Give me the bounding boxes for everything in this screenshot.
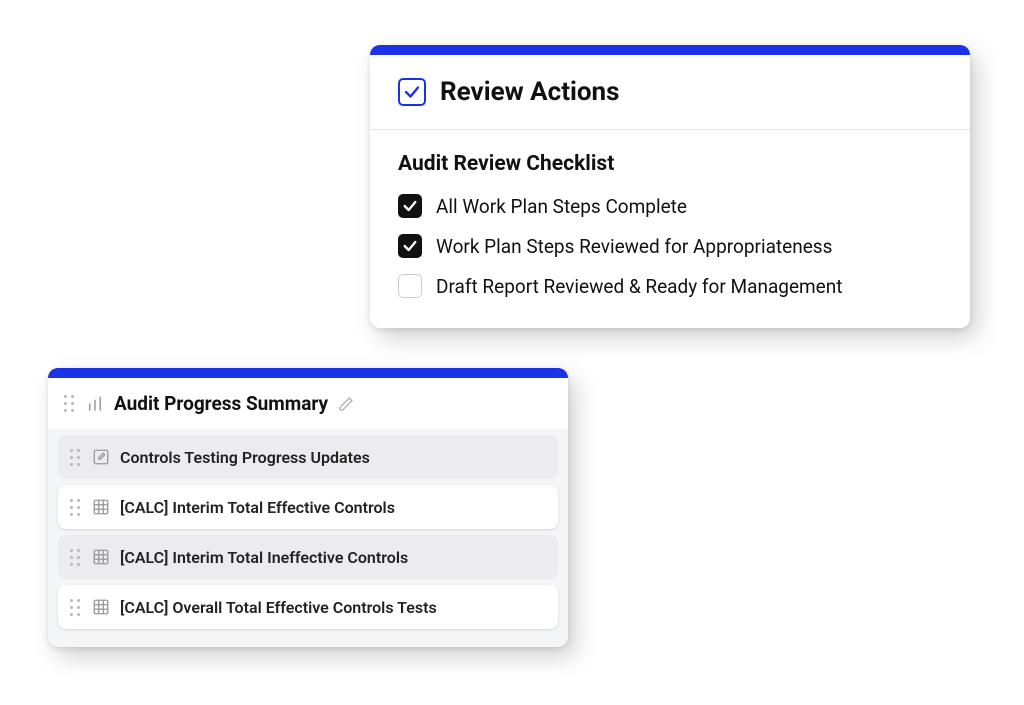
progress-row[interactable]: Controls Testing Progress Updates	[58, 435, 558, 479]
drag-handle-icon[interactable]	[68, 447, 82, 467]
checklist-item[interactable]: All Work Plan Steps Complete	[398, 194, 942, 218]
table-icon	[92, 548, 110, 566]
review-actions-body: Audit Review Checklist All Work Plan Ste…	[370, 130, 970, 328]
drag-handle-icon[interactable]	[68, 547, 82, 567]
checklist-item[interactable]: Draft Report Reviewed & Ready for Manage…	[398, 274, 942, 298]
checklist-title: Audit Review Checklist	[398, 152, 942, 176]
review-actions-header: Review Actions	[370, 55, 970, 130]
progress-list: Controls Testing Progress Updates [CALC]…	[48, 429, 568, 639]
table-icon	[92, 498, 110, 516]
progress-summary-header: Audit Progress Summary	[48, 378, 568, 429]
bar-chart-icon	[86, 395, 104, 413]
checkbox-unchecked-icon[interactable]	[398, 274, 422, 298]
progress-row-label: [CALC] Interim Total Ineffective Control…	[120, 548, 408, 567]
progress-row-label: Controls Testing Progress Updates	[120, 448, 370, 467]
progress-summary-title: Audit Progress Summary	[114, 392, 328, 415]
checkbox-outline-icon	[398, 78, 426, 106]
progress-summary-card: Audit Progress Summary Controls Testing …	[48, 368, 568, 647]
progress-row-label: [CALC] Overall Total Effective Controls …	[120, 598, 437, 617]
progress-row[interactable]: [CALC] Overall Total Effective Controls …	[58, 585, 558, 629]
progress-row[interactable]: [CALC] Interim Total Effective Controls	[58, 485, 558, 529]
pencil-icon[interactable]	[338, 396, 354, 412]
drag-handle-icon[interactable]	[62, 394, 76, 414]
checklist-label: Work Plan Steps Reviewed for Appropriate…	[436, 235, 832, 258]
checkbox-checked-icon[interactable]	[398, 194, 422, 218]
drag-handle-icon[interactable]	[68, 597, 82, 617]
drag-handle-icon[interactable]	[68, 497, 82, 517]
checklist-item[interactable]: Work Plan Steps Reviewed for Appropriate…	[398, 234, 942, 258]
checkbox-checked-icon[interactable]	[398, 234, 422, 258]
checklist-label: All Work Plan Steps Complete	[436, 195, 687, 218]
progress-row-label: [CALC] Interim Total Effective Controls	[120, 498, 395, 517]
compose-icon	[92, 448, 110, 466]
review-actions-card: Review Actions Audit Review Checklist Al…	[370, 45, 970, 328]
review-actions-title: Review Actions	[440, 77, 619, 107]
progress-row[interactable]: [CALC] Interim Total Ineffective Control…	[58, 535, 558, 579]
checklist-label: Draft Report Reviewed & Ready for Manage…	[436, 275, 842, 298]
table-icon	[92, 598, 110, 616]
